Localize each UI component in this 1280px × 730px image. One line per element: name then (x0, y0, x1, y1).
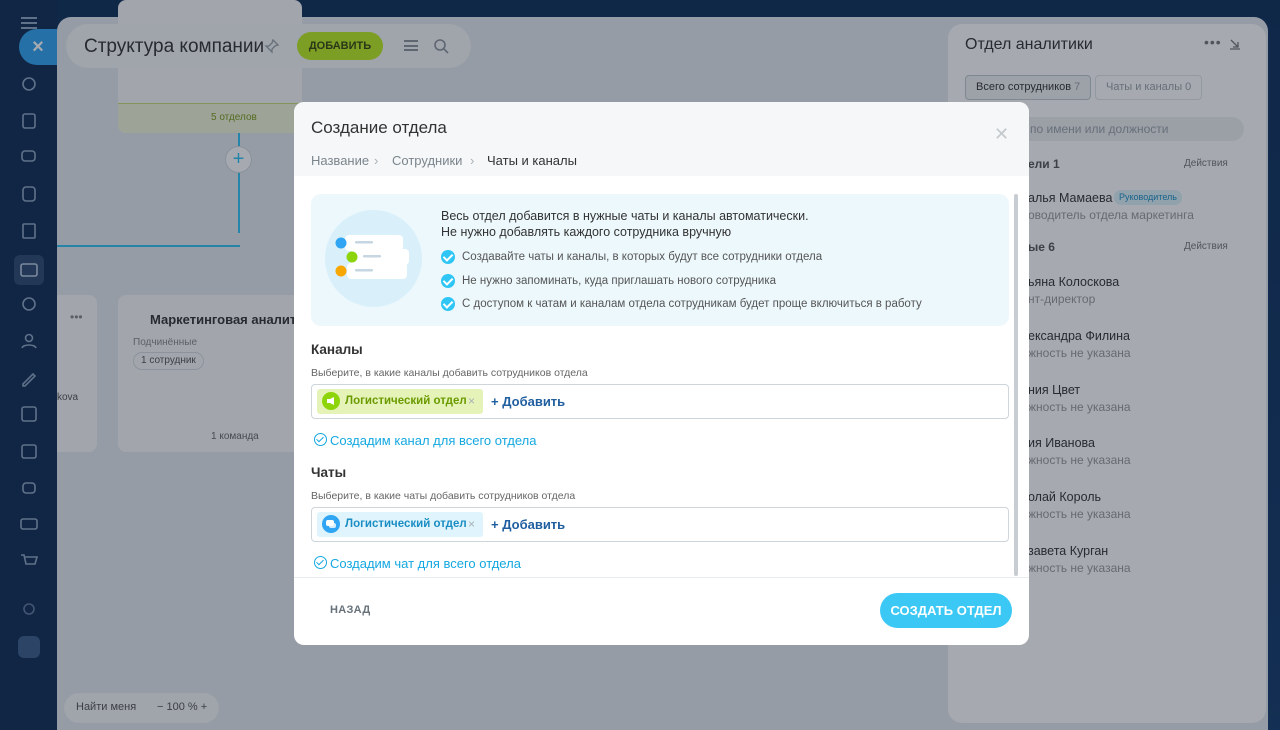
channels-hint: Выберите, в какие каналы добавить сотруд… (311, 367, 588, 379)
dialog-title: Создание отдела (311, 118, 447, 137)
chats-heading: Чаты (311, 465, 347, 480)
megaphone-icon (322, 392, 340, 410)
check-circle-icon (441, 274, 455, 288)
info-item: Не нужно запоминать, куда приглашать нов… (462, 275, 777, 287)
check-circle-outline-icon (314, 556, 327, 569)
create-department-dialog: Создание отдела ✕ Название › Сотрудники … (294, 102, 1029, 645)
remove-chip-icon[interactable]: × (468, 394, 475, 408)
check-circle-outline-icon (314, 433, 327, 446)
add-channel-link[interactable]: + Добавить (491, 394, 565, 409)
create-chat-link[interactable]: Создадим чат для всего отдела (330, 556, 521, 571)
channels-heading: Каналы (311, 342, 363, 357)
info-heading-2: Не нужно добавлять каждого сотрудника вр… (441, 225, 732, 239)
back-button[interactable]: НАЗАД (330, 604, 370, 616)
create-channel-link[interactable]: Создадим канал для всего отдела (330, 433, 536, 448)
check-circle-icon (441, 250, 455, 264)
breadcrumb-employees[interactable]: Сотрудники (392, 153, 462, 168)
chats-hint: Выберите, в какие чаты добавить сотрудни… (311, 490, 576, 502)
channel-chip-label: Логистический отдел (345, 395, 467, 407)
info-item: Создавайте чаты и каналы, в которых буду… (462, 251, 823, 263)
breadcrumb-name[interactable]: Название (311, 153, 369, 168)
info-item: С доступом к чатам и каналам отдела сотр… (462, 298, 922, 310)
add-chat-link[interactable]: + Добавить (491, 517, 565, 532)
info-heading: Весь отдел добавится в нужные чаты и кан… (441, 209, 809, 223)
check-circle-icon (441, 297, 455, 311)
chevron-right-icon: › (470, 153, 475, 168)
chat-bubble-icon (322, 515, 340, 533)
chats-illustration (325, 210, 422, 307)
dialog-scrollbar[interactable] (1014, 194, 1018, 576)
remove-chip-icon[interactable]: × (468, 517, 475, 531)
chat-chip-label: Логистический отдел (345, 518, 467, 530)
breadcrumb-chats: Чаты и каналы (487, 153, 577, 168)
close-icon[interactable]: ✕ (994, 124, 1009, 145)
chevron-right-icon: › (374, 153, 379, 168)
create-department-button[interactable]: СОЗДАТЬ ОТДЕЛ (880, 593, 1012, 628)
